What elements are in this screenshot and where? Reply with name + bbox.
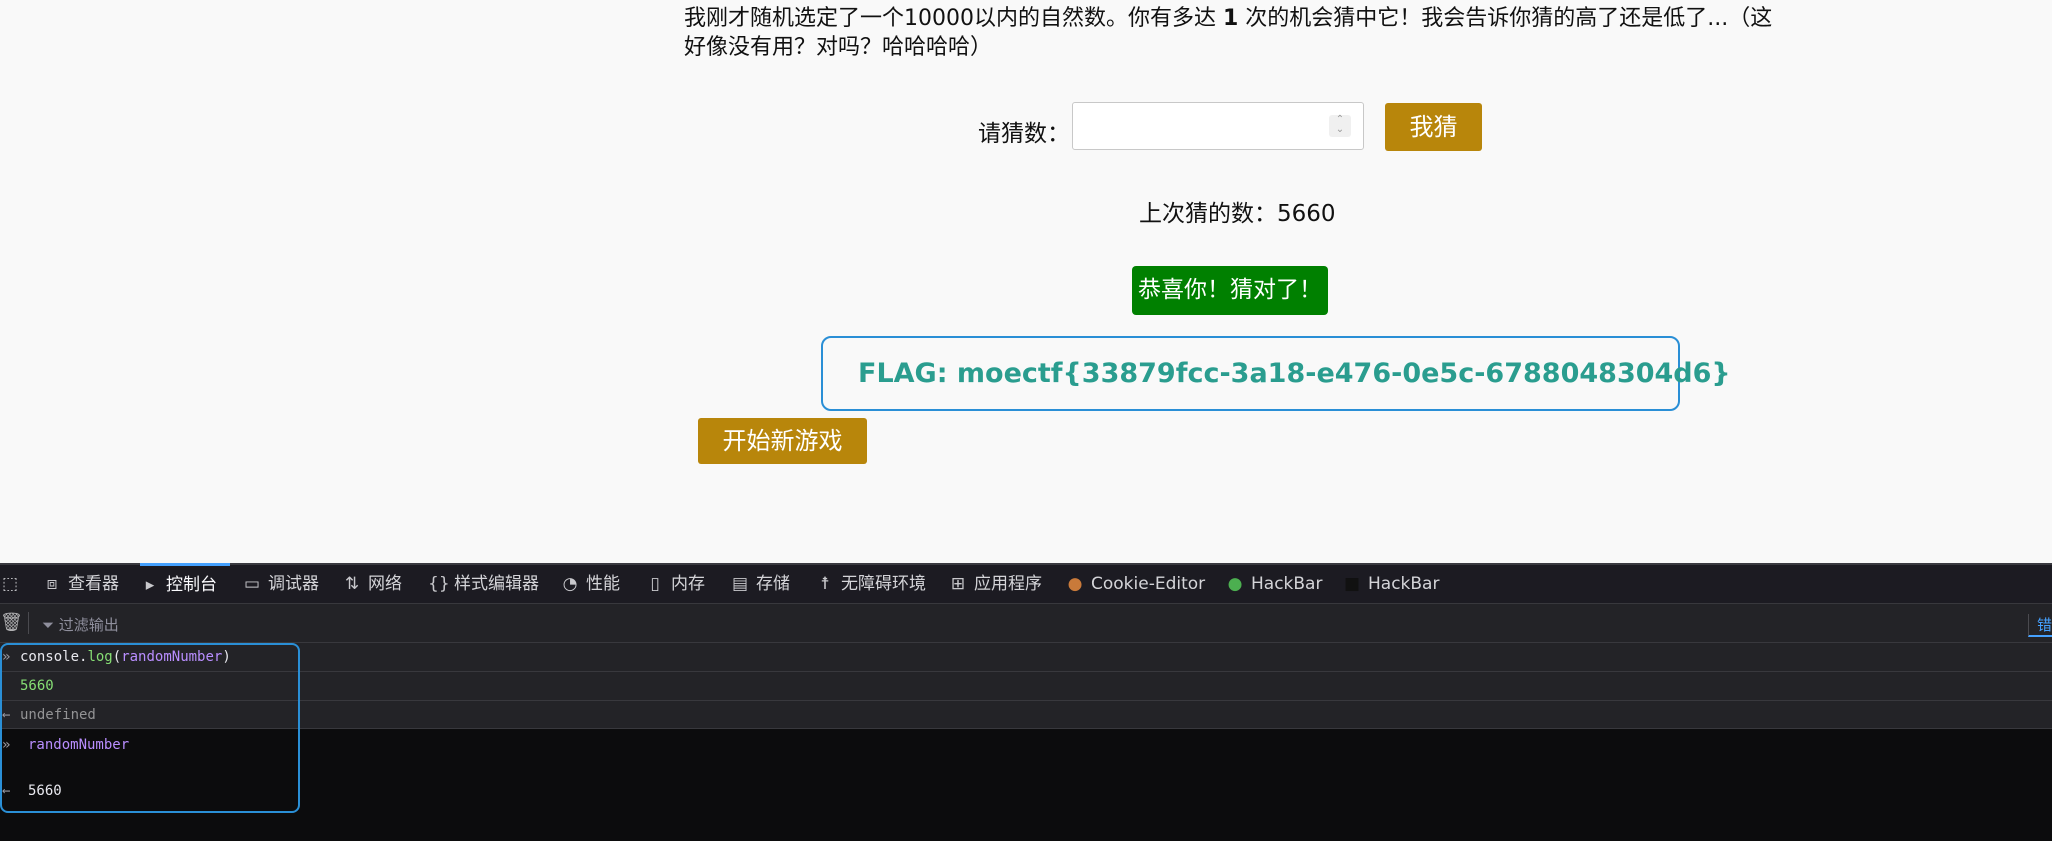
- errors-tab[interactable]: 错: [2027, 614, 2052, 637]
- page-viewport: 我刚才随机选定了一个10000以内的自然数。你有多达 1 次的机会猜中它！我会告…: [0, 0, 2052, 563]
- console-return-row: ← undefined: [0, 701, 2052, 729]
- tab-label: HackBar: [1251, 574, 1323, 594]
- tab-memory[interactable]: ▯ 内存: [645, 565, 705, 603]
- tab-hackbar-2[interactable]: ■ HackBar: [1342, 565, 1440, 603]
- accessibility-icon: ☨: [820, 574, 830, 594]
- console-input-text: randomNumber: [28, 737, 130, 753]
- tab-label: 应用程序: [974, 574, 1042, 594]
- attempts-count: 1: [1222, 6, 1239, 31]
- element-picker-icon[interactable]: ⬚: [0, 565, 26, 603]
- filter-icon: ⏷: [42, 616, 59, 634]
- tab-network[interactable]: ⇅ 网络: [342, 565, 402, 603]
- devtools-tab-bar: ⬚ ⧈ 查看器 ▸ 控制台 ▭ 调试器 ⇅ 网络 {} 样式编辑器 ◔ 性能 ▯ 内存 ▤ 存储…: [0, 563, 2052, 603]
- console-icon: ▸: [145, 575, 155, 595]
- tab-label: 性能: [586, 574, 620, 594]
- input-prompt-icon: »: [2, 649, 11, 665]
- cookie-icon: ●: [1067, 574, 1083, 594]
- tab-cookie-editor[interactable]: ● Cookie-Editor: [1065, 565, 1206, 603]
- tab-storage[interactable]: ▤ 存储: [730, 565, 790, 603]
- flag-text: FLAG: moectf{33879fcc-3a18-e476-0e5c-678…: [858, 358, 1731, 389]
- console-input-row: » randomNumber: [0, 729, 2052, 761]
- guess-button[interactable]: 我猜: [1385, 103, 1482, 151]
- tab-debugger[interactable]: ▭ 调试器: [242, 565, 319, 603]
- tab-console[interactable]: ▸ 控制台: [140, 563, 230, 604]
- console-return-row: ← 5660: [0, 775, 2052, 807]
- memory-icon: ▯: [650, 574, 660, 594]
- network-icon: ⇅: [344, 574, 360, 594]
- tab-label: 网络: [368, 574, 402, 594]
- flag-box: FLAG: moectf{33879fcc-3a18-e476-0e5c-678…: [821, 336, 1731, 411]
- result-message: 恭喜你！猜对了！: [1132, 266, 1328, 315]
- tab-label: 控制台: [166, 575, 217, 595]
- tab-label: 调试器: [268, 574, 319, 594]
- intro-text: 我刚才随机选定了一个10000以内的自然数。你有多达 1 次的机会猜中它！我会告…: [684, 4, 1784, 62]
- guess-label: 请猜数：: [978, 121, 1070, 147]
- input-prompt-icon: »: [2, 737, 11, 753]
- style-editor-icon: {}: [428, 574, 450, 594]
- tab-label: HackBar: [1368, 574, 1440, 594]
- console-log-row: 5660: [0, 672, 2052, 701]
- filter-placeholder: 过滤输出: [58, 616, 119, 634]
- performance-icon: ◔: [562, 574, 578, 594]
- new-game-button[interactable]: 开始新游戏: [698, 418, 867, 464]
- tab-label: 样式编辑器: [454, 574, 539, 594]
- tab-application[interactable]: ⊞ 应用程序: [948, 565, 1042, 603]
- return-value: undefined: [20, 707, 96, 723]
- tab-label: 无障碍环境: [841, 574, 926, 594]
- number-spinner-icon[interactable]: ⌃ ⌄: [1329, 115, 1351, 137]
- intro-text-part: 我刚才随机选定了一个10000以内的自然数。你有多达: [684, 6, 1223, 31]
- console-input-row: » console.log(randomNumber): [0, 643, 2052, 672]
- debugger-icon: ▭: [243, 574, 261, 594]
- tab-label: Cookie-Editor: [1091, 574, 1206, 594]
- hackbar-dark-icon: ■: [1343, 574, 1361, 594]
- divider: [28, 612, 29, 634]
- tab-hackbar-1[interactable]: ● HackBar: [1225, 565, 1323, 603]
- last-guess-text: 上次猜的数：5660: [1139, 201, 1336, 227]
- log-output: 5660: [20, 678, 54, 694]
- inspector-icon: ⧈: [46, 574, 58, 594]
- tab-performance[interactable]: ◔ 性能: [560, 565, 620, 603]
- tab-label: 存储: [756, 574, 790, 594]
- tab-style-editor[interactable]: {} 样式编辑器: [428, 565, 539, 603]
- trash-icon[interactable]: 🗑: [0, 612, 23, 633]
- tab-label: 查看器: [68, 574, 119, 594]
- storage-icon: ▤: [731, 574, 749, 594]
- filter-input[interactable]: ⏷ 过滤输出: [42, 614, 119, 635]
- console-input-text: console.log(randomNumber): [20, 649, 231, 665]
- hackbar-green-icon: ●: [1227, 574, 1243, 594]
- devtools-panel: ⬚ ⧈ 查看器 ▸ 控制台 ▭ 调试器 ⇅ 网络 {} 样式编辑器 ◔ 性能 ▯ 内存 ▤ 存储…: [0, 563, 2052, 841]
- console-filter-bar: 🗑 ⏷ 过滤输出 错: [0, 603, 2052, 643]
- tab-accessibility[interactable]: ☨ 无障碍环境: [815, 565, 926, 603]
- return-arrow-icon: ←: [2, 707, 11, 723]
- application-icon: ⊞: [950, 574, 966, 594]
- guess-input[interactable]: ⌃ ⌄: [1072, 102, 1364, 150]
- return-arrow-icon: ←: [2, 783, 11, 799]
- tab-inspector[interactable]: ⧈ 查看器: [42, 565, 119, 603]
- return-value: 5660: [28, 783, 62, 799]
- tab-label: 内存: [671, 574, 705, 594]
